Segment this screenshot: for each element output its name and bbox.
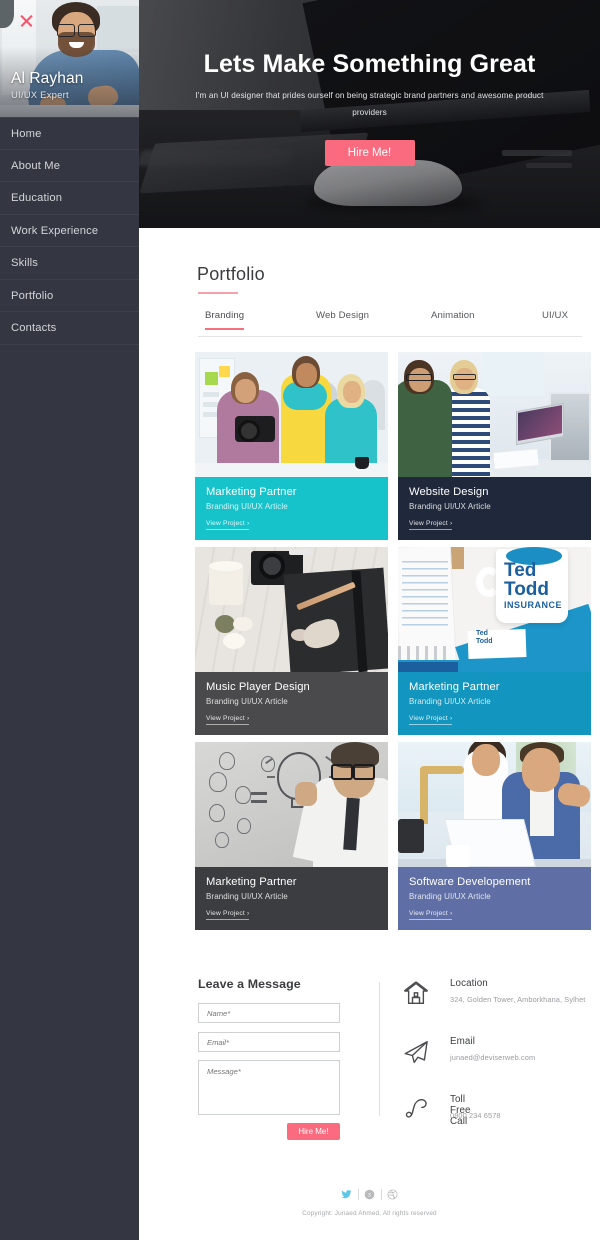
card-image-website-design bbox=[398, 352, 591, 477]
tab-ui-ux[interactable]: UI/UX bbox=[542, 310, 568, 329]
profile-header: Al Rayhan UI/UX Expert bbox=[0, 0, 139, 117]
sidebar-item-about-me[interactable]: About Me bbox=[0, 150, 139, 182]
card-image-ted-todd-insurance-branding: Ted Todd Ted Todd INSURANCE bbox=[398, 547, 591, 672]
card-caption: Marketing Partner Branding UI/UX Article… bbox=[195, 477, 388, 540]
sidebar-nav: Home About Me Education Work Experience … bbox=[0, 117, 139, 345]
card-caption: Music Player Design Branding UI/UX Artic… bbox=[195, 672, 388, 735]
portfolio-card[interactable]: Website Design Branding UI/UX Article Vi… bbox=[398, 352, 591, 540]
card-image-software-development bbox=[398, 742, 591, 867]
sidebar: Al Rayhan UI/UX Expert Home About Me Edu… bbox=[0, 0, 139, 1240]
card-title: Marketing Partner bbox=[206, 486, 297, 498]
title-underline bbox=[198, 292, 238, 294]
sidebar-item-portfolio[interactable]: Portfolio bbox=[0, 280, 139, 312]
skype-icon[interactable]: S bbox=[359, 1186, 381, 1202]
card-image-marketing-partner-team bbox=[195, 352, 388, 477]
portfolio-card[interactable]: Ted Todd Ted Todd INSURANCE Marketing Partn… bbox=[398, 547, 591, 735]
card-caption: Website Design Branding UI/UX Article Vi… bbox=[398, 477, 591, 540]
hire-me-button-hero[interactable]: Hire Me! bbox=[324, 140, 415, 166]
footer: S Copyright: Junaed Ahmed, All rights re… bbox=[139, 1186, 600, 1217]
twitter-icon[interactable] bbox=[336, 1186, 358, 1202]
card-subtitle: Branding UI/UX Article bbox=[206, 697, 288, 706]
sidebar-item-work-experience[interactable]: Work Experience bbox=[0, 215, 139, 247]
card-subtitle: Branding UI/UX Article bbox=[409, 502, 491, 511]
contact-value: junaed@deviserweb.com bbox=[450, 1053, 536, 1062]
portfolio-card[interactable]: Music Player Design Branding UI/UX Artic… bbox=[195, 547, 388, 735]
portfolio-tabs: Branding Web Design Animation UI/UX bbox=[198, 310, 582, 337]
view-project-link[interactable]: View Project › bbox=[409, 715, 453, 725]
profile-name: Al Rayhan bbox=[11, 70, 84, 87]
hero-subtitle: I'm an UI designer that prides ourself o… bbox=[195, 91, 544, 117]
portfolio-page: Al Rayhan UI/UX Expert Home About Me Edu… bbox=[0, 0, 600, 1240]
hero-section: Lets Make Something Great I'm an UI desi… bbox=[139, 0, 600, 228]
card-subtitle: Branding UI/UX Article bbox=[409, 892, 491, 901]
sidebar-item-education[interactable]: Education bbox=[0, 182, 139, 215]
email-input[interactable] bbox=[198, 1032, 340, 1052]
card-subtitle: Branding UI/UX Article bbox=[206, 892, 288, 901]
contact-section: Leave a Message Hire Me! Location 324, G… bbox=[139, 968, 600, 1168]
sidebar-item-skills[interactable]: Skills bbox=[0, 247, 139, 280]
svg-text:S: S bbox=[368, 1192, 371, 1198]
portfolio-grid: Marketing Partner Branding UI/UX Article… bbox=[195, 352, 591, 930]
view-project-link[interactable]: View Project › bbox=[409, 910, 453, 920]
close-x-icon[interactable] bbox=[18, 13, 34, 29]
hire-me-button-form[interactable]: Hire Me! bbox=[287, 1123, 340, 1140]
card-caption: Software Developement Branding UI/UX Art… bbox=[398, 867, 591, 930]
card-title: Marketing Partner bbox=[409, 681, 500, 693]
phone-icon bbox=[402, 1096, 430, 1124]
home-icon bbox=[402, 980, 430, 1008]
card-subtitle: Branding UI/UX Article bbox=[206, 502, 288, 511]
sidebar-item-contacts[interactable]: Contacts bbox=[0, 312, 139, 345]
contact-label: Email bbox=[450, 1036, 475, 1047]
card-caption: Marketing Partner Branding UI/UX Article… bbox=[398, 672, 591, 735]
dribbble-icon[interactable] bbox=[382, 1186, 404, 1202]
contact-label: Location bbox=[450, 978, 488, 989]
sidebar-item-home[interactable]: Home bbox=[0, 117, 139, 150]
main-content: Lets Make Something Great I'm an UI desi… bbox=[139, 0, 600, 1240]
message-textarea[interactable] bbox=[198, 1060, 340, 1115]
portfolio-card[interactable]: Marketing Partner Branding UI/UX Article… bbox=[195, 352, 388, 540]
card-image-music-player-design bbox=[195, 547, 388, 672]
card-title: Marketing Partner bbox=[206, 876, 297, 888]
card-caption: Marketing Partner Branding UI/UX Article… bbox=[195, 867, 388, 930]
view-project-link[interactable]: View Project › bbox=[409, 520, 453, 530]
copyright-text: Copyright: Junaed Ahmed, All rights rese… bbox=[302, 1210, 437, 1217]
social-links: S bbox=[139, 1186, 600, 1202]
tab-web-design[interactable]: Web Design bbox=[316, 310, 369, 329]
paper-plane-icon bbox=[402, 1038, 430, 1066]
card-subtitle: Branding UI/UX Article bbox=[409, 697, 491, 706]
portfolio-card[interactable]: Software Developement Branding UI/UX Art… bbox=[398, 742, 591, 930]
hero-title: Lets Make Something Great bbox=[203, 50, 536, 78]
view-project-link[interactable]: View Project › bbox=[206, 715, 250, 725]
view-project-link[interactable]: View Project › bbox=[206, 520, 250, 530]
contact-value: 324, Golden Tower, Amborkhana, Sylhet bbox=[450, 995, 586, 1004]
card-title: Music Player Design bbox=[206, 681, 310, 693]
name-input[interactable] bbox=[198, 1003, 340, 1023]
vertical-divider bbox=[379, 982, 380, 1116]
tab-animation[interactable]: Animation bbox=[431, 310, 475, 329]
tab-branding[interactable]: Branding bbox=[205, 310, 245, 330]
card-title: Software Developement bbox=[409, 876, 531, 888]
contact-value: 0800 234 6578 bbox=[450, 1111, 501, 1120]
card-image-lightbulb-idea bbox=[195, 742, 388, 867]
page-title: Portfolio bbox=[197, 264, 265, 284]
profile-role: UI/UX Expert bbox=[11, 90, 69, 101]
view-project-link[interactable]: View Project › bbox=[206, 910, 250, 920]
card-title: Website Design bbox=[409, 486, 489, 498]
leave-message-heading: Leave a Message bbox=[198, 977, 301, 991]
portfolio-card[interactable]: Marketing Partner Branding UI/UX Article… bbox=[195, 742, 388, 930]
